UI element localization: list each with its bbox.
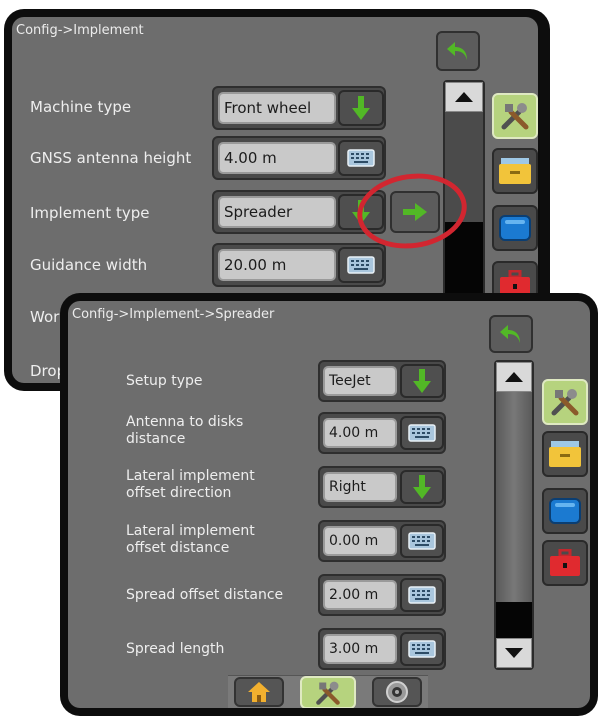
bottom-tab-bar [228,675,428,708]
machine-type-field[interactable]: Front wheel [212,86,386,130]
lateral-offset-distance-field[interactable]: 0.00 m [318,520,446,562]
tools-tab[interactable] [300,676,356,708]
implement-type-value: Spreader [218,196,336,228]
label-line2: distance [126,431,186,447]
keyboard-icon [408,640,436,658]
scrollbar[interactable] [494,360,534,670]
guidance-width-field[interactable]: 20.00 m [212,243,386,287]
machine-type-dropdown-button[interactable] [338,90,384,126]
back-arrow-icon [447,42,467,60]
spread-length-label: Spread length [126,639,224,659]
spread-offset-distance-label: Spread offset distance [126,585,283,605]
machine-type-value: Front wheel [218,92,336,124]
dropdown-arrow-icon [352,96,370,120]
lateral-offset-direction-label: Lateral implement offset direction [126,468,255,502]
spread-offset-distance-value: 2.00 m [323,580,397,610]
spread-length-keyboard-button[interactable] [400,632,444,666]
implement-type-label: Implement type [30,204,150,222]
spread-length-value: 3.00 m [323,634,397,664]
screen-tab[interactable] [492,205,538,251]
tools-tab[interactable] [542,379,588,425]
antenna-to-disks-distance-keyboard-button[interactable] [400,416,444,450]
spread-offset-distance-field[interactable]: 2.00 m [318,574,446,616]
data-tab[interactable] [542,431,588,477]
label-line1: Lateral implement [126,468,255,484]
home-tab[interactable] [234,677,284,707]
keyboard-icon [347,256,375,274]
keyboard-icon [408,586,436,604]
gnss-antenna-height-value: 4.00 m [218,142,336,174]
back-button[interactable] [489,315,533,353]
antenna-to-disks-distance-field[interactable]: 4.00 m [318,412,446,454]
keyboard-icon [347,149,375,167]
breadcrumb: Config->Implement->Spreader [72,307,275,322]
spread-length-field[interactable]: 3.00 m [318,628,446,670]
back-button[interactable] [436,31,480,71]
label-line1: Spread offset distance [126,587,284,603]
lateral-offset-direction-dropdown-button[interactable] [400,470,444,504]
label-line1: Lateral implement [126,523,255,539]
tools-tab[interactable] [492,93,538,139]
antenna-to-disks-distance-value: 4.00 m [323,418,397,448]
up-triangle-icon [455,92,473,102]
setup-type-field[interactable]: TeeJet [318,360,446,402]
tools-icon [316,681,340,705]
setup-type-label: Setup type [126,371,202,391]
data-tab[interactable] [492,148,538,194]
machine-type-label: Machine type [30,98,132,116]
gnss-antenna-height-label: GNSS antenna height [30,149,192,167]
guidance-width-value: 20.00 m [218,249,336,281]
scroll-up-button[interactable] [496,362,532,392]
file-box-icon [549,441,581,467]
tools-icon [501,103,529,130]
setup-type-value: TeeJet [323,366,397,396]
gnss-antenna-height-field[interactable]: 4.00 m [212,136,386,180]
dropdown-arrow-icon [413,475,431,499]
keyboard-icon [408,532,436,550]
label-line2: offset distance [126,540,230,556]
partial-row-label: Wor [30,308,60,326]
antenna-to-disks-distance-label: Antenna to disks distance [126,414,243,448]
dropdown-arrow-icon [413,369,431,393]
lateral-offset-direction-value: Right [323,472,397,502]
toolbox-tab[interactable] [542,540,588,586]
display-icon [499,215,531,241]
up-triangle-icon [505,372,523,382]
lateral-offset-distance-label: Lateral implement offset distance [126,523,255,557]
front-console-frame: Config->Implement->Spreader Setup type T… [60,293,598,716]
label-line2: offset direction [126,485,232,501]
gnss-antenna-height-keyboard-button[interactable] [338,140,384,176]
tools-icon [551,389,579,416]
guidance-width-label: Guidance width [30,256,148,274]
toolbox-icon [550,549,580,576]
scroll-thumb[interactable] [496,602,532,640]
label-line1: Spread length [126,641,225,657]
guidance-width-keyboard-button[interactable] [338,247,384,283]
camera-icon [386,681,408,703]
camera-tab[interactable] [372,677,422,707]
down-triangle-icon [505,648,523,658]
home-icon [248,682,270,702]
back-arrow-icon [500,325,520,343]
label-line1: Antenna to disks [126,414,244,430]
front-screen: Config->Implement->Spreader Setup type T… [68,301,590,708]
lateral-offset-direction-field[interactable]: Right [318,466,446,508]
lateral-offset-distance-value: 0.00 m [323,526,397,556]
scroll-down-button[interactable] [496,638,532,668]
scroll-up-button[interactable] [445,82,483,112]
keyboard-icon [408,424,436,442]
file-box-icon [499,158,531,184]
screen-tab[interactable] [542,488,588,534]
display-icon [549,498,581,524]
lateral-offset-distance-keyboard-button[interactable] [400,524,444,558]
setup-type-dropdown-button[interactable] [400,364,444,398]
breadcrumb: Config->Implement [16,23,144,38]
spread-offset-distance-keyboard-button[interactable] [400,578,444,612]
setup-type-label-line1: Setup type [126,373,203,389]
scroll-track-highlight [496,392,532,602]
